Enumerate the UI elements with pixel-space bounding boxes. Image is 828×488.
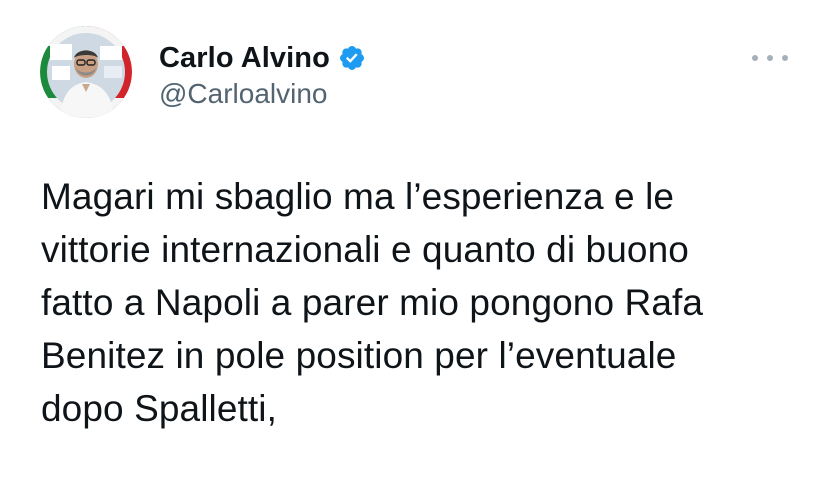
tweet-text-line: dopo Spalletti, [41,388,278,429]
author-handle[interactable]: @Carloalvino [159,78,328,110]
tweet-text-line: Magari mi sbaglio ma l’esperienza e le [41,176,675,217]
avatar[interactable] [40,26,132,118]
author-name-row: Carlo Alvino [159,40,366,76]
more-dot [767,55,773,61]
more-dot [752,55,758,61]
verified-badge-icon [339,46,364,70]
author-display-name[interactable]: Carlo Alvino [159,42,330,75]
tweet-text-line: fatto a Napoli a parer mio pongono Rafa [41,282,704,323]
avatar-image [40,26,132,118]
tweet-card: Carlo Alvino @Carloalvino Magari mi sbag… [0,0,828,488]
tweet-text-line: Benitez in pole position per l’eventuale [41,335,677,376]
more-dot [782,55,788,61]
tweet-text-line: vittorie internazionali e quanto di buon… [41,229,689,270]
tweet-text: Magari mi sbaglio ma l’esperienza e le v… [41,170,811,435]
more-options-icon[interactable] [752,48,788,68]
